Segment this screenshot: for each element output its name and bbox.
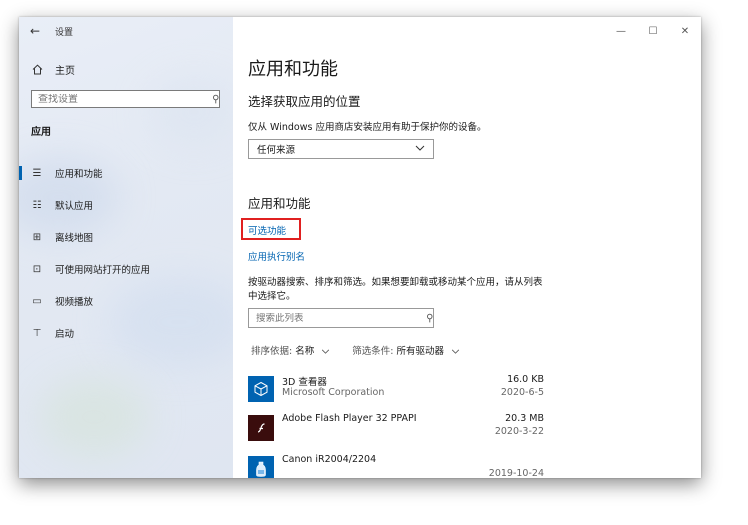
sidebar-item-apps-features[interactable]: ☰ 应用和功能 bbox=[19, 157, 233, 189]
page-title: 应用和功能 bbox=[248, 59, 338, 80]
sidebar-item-video-playback[interactable]: ▭ 视频播放 bbox=[19, 285, 233, 317]
close-button[interactable]: ✕ bbox=[669, 17, 701, 45]
video-playback-icon: ▭ bbox=[32, 295, 42, 307]
app-date: 2020-6-5 bbox=[500, 387, 544, 398]
sidebar-item-apps-for-websites[interactable]: ⊡ 可使用网站打开的应用 bbox=[19, 253, 233, 285]
app-execution-alias-link[interactable]: 应用执行别名 bbox=[248, 249, 305, 263]
chevron-down-icon bbox=[451, 347, 460, 357]
search-icon[interactable]: ⚲ bbox=[420, 313, 433, 324]
app-size: 16.0 KB bbox=[507, 374, 544, 385]
sidebar-item-startup[interactable]: ⊤ 启动 bbox=[19, 317, 233, 349]
sidebar-item-offline-maps[interactable]: ⊞ 离线地图 bbox=[19, 221, 233, 253]
install-source-dropdown[interactable]: 任何来源 bbox=[248, 139, 434, 159]
sidebar-item-label: 主页 bbox=[55, 65, 75, 77]
sidebar-item-label: 应用和功能 bbox=[55, 169, 103, 180]
3d-viewer-icon bbox=[248, 376, 274, 402]
sidebar-item-label: 启动 bbox=[55, 329, 75, 340]
sidebar-section-label: 应用 bbox=[31, 127, 51, 138]
chevron-down-icon bbox=[415, 144, 425, 154]
main-content: — ☐ ✕ 应用和功能 选择获取应用的位置 仅从 Windows 应用商店安装应… bbox=[233, 17, 701, 478]
optional-features-link[interactable]: 可选功能 bbox=[248, 223, 286, 237]
search-filter-description: 按驱动器搜索、排序和筛选。如果想要卸载或移动某个应用，请从列表中选择它。 bbox=[248, 277, 543, 302]
app-name: Canon iR2004/2204 bbox=[282, 454, 377, 465]
sidebar-nav-list: ☰ 应用和功能 ☷ 默认应用 ⊞ 离线地图 ⊡ 可使用网站打开的应用 ▭ 视频播… bbox=[19, 157, 233, 349]
app-name: Adobe Flash Player 32 PPAPI bbox=[282, 413, 417, 424]
app-date: 2020-3-22 bbox=[494, 426, 544, 437]
title-bar-left: ← 设置 bbox=[19, 17, 233, 45]
filter-dropdown[interactable]: 筛选条件: 所有驱动器 bbox=[352, 343, 460, 357]
settings-search-box: ⚲ bbox=[31, 90, 220, 108]
install-location-heading: 选择获取应用的位置 bbox=[248, 94, 361, 109]
minimize-button[interactable]: — bbox=[605, 17, 637, 45]
sidebar-item-home[interactable]: 主页 bbox=[19, 59, 233, 79]
apps-for-websites-icon: ⊡ bbox=[32, 263, 42, 275]
install-location-description: 仅从 Windows 应用商店安装应用有助于保护你的设备。 bbox=[248, 122, 487, 133]
app-list-item[interactable]: Adobe Flash Player 32 PPAPI 20.3 MB 2020… bbox=[248, 413, 544, 449]
app-size: 20.3 MB bbox=[505, 413, 544, 424]
list-search-input[interactable] bbox=[249, 312, 406, 324]
sort-label: 排序依据: bbox=[251, 346, 296, 357]
app-publisher: Microsoft Corporation bbox=[282, 387, 385, 398]
back-arrow-icon: ← bbox=[29, 24, 41, 38]
startup-icon: ⊤ bbox=[32, 327, 42, 339]
settings-search-input[interactable] bbox=[32, 93, 188, 105]
app-title: 设置 bbox=[55, 27, 74, 38]
maximize-button[interactable]: ☐ bbox=[637, 17, 669, 45]
sort-filter-row: 排序依据: 名称 筛选条件: 所有驱动器 bbox=[251, 343, 460, 357]
minimize-icon: — bbox=[616, 25, 626, 37]
sidebar-item-default-apps[interactable]: ☷ 默认应用 bbox=[19, 189, 233, 221]
sort-value: 名称 bbox=[295, 346, 315, 357]
chevron-down-icon bbox=[321, 347, 330, 357]
apps-features-heading: 应用和功能 bbox=[248, 196, 311, 211]
app-list-item[interactable]: 3D 查看器 Microsoft Corporation 16.0 KB 202… bbox=[248, 374, 544, 410]
list-search-box: ⚲ bbox=[248, 308, 434, 328]
app-name: 3D 查看器 bbox=[282, 377, 327, 388]
apps-features-icon: ☰ bbox=[32, 167, 42, 179]
filter-label: 筛选条件: bbox=[352, 346, 397, 357]
sort-dropdown[interactable]: 排序依据: 名称 bbox=[251, 343, 330, 357]
app-date: 2019-10-24 bbox=[488, 468, 544, 478]
printer-app-icon bbox=[248, 456, 274, 478]
sidebar-item-label: 默认应用 bbox=[55, 201, 94, 212]
sidebar-item-label: 可使用网站打开的应用 bbox=[55, 265, 151, 276]
flash-player-icon bbox=[248, 415, 274, 441]
maximize-icon: ☐ bbox=[648, 25, 658, 37]
default-apps-icon: ☷ bbox=[32, 199, 42, 211]
settings-window: ← 设置 主页 ⚲ 应用 ☰ 应用和功能 ☷ 默认应用 ⊞ bbox=[19, 17, 701, 478]
install-source-value: 任何来源 bbox=[257, 145, 296, 156]
app-list-item[interactable]: Canon iR2004/2204 2019-10-24 bbox=[248, 454, 544, 478]
sidebar: ← 设置 主页 ⚲ 应用 ☰ 应用和功能 ☷ 默认应用 ⊞ bbox=[19, 17, 233, 478]
close-icon: ✕ bbox=[680, 25, 690, 37]
home-icon bbox=[19, 64, 55, 75]
offline-maps-icon: ⊞ bbox=[32, 231, 42, 243]
search-icon[interactable]: ⚲ bbox=[206, 94, 219, 105]
sidebar-item-label: 视频播放 bbox=[55, 297, 94, 308]
window-controls: — ☐ ✕ bbox=[605, 17, 701, 45]
filter-value: 所有驱动器 bbox=[396, 346, 445, 357]
back-button[interactable]: ← bbox=[19, 17, 51, 45]
sidebar-item-label: 离线地图 bbox=[55, 233, 94, 244]
